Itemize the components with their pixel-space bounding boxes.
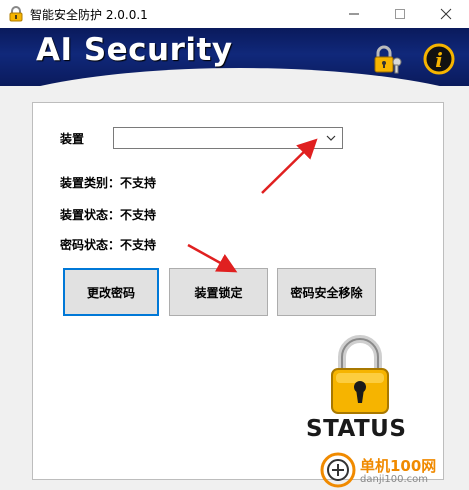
watermark-logo-icon: [320, 452, 356, 488]
watermark-name: 单机100网: [360, 457, 437, 475]
annotation-arrows: [187, 138, 318, 273]
watermark-url: danji100.com: [360, 474, 428, 485]
annotation-arrow-to-select: [261, 138, 318, 194]
annotation-arrow-to-lock-button: [187, 243, 238, 273]
